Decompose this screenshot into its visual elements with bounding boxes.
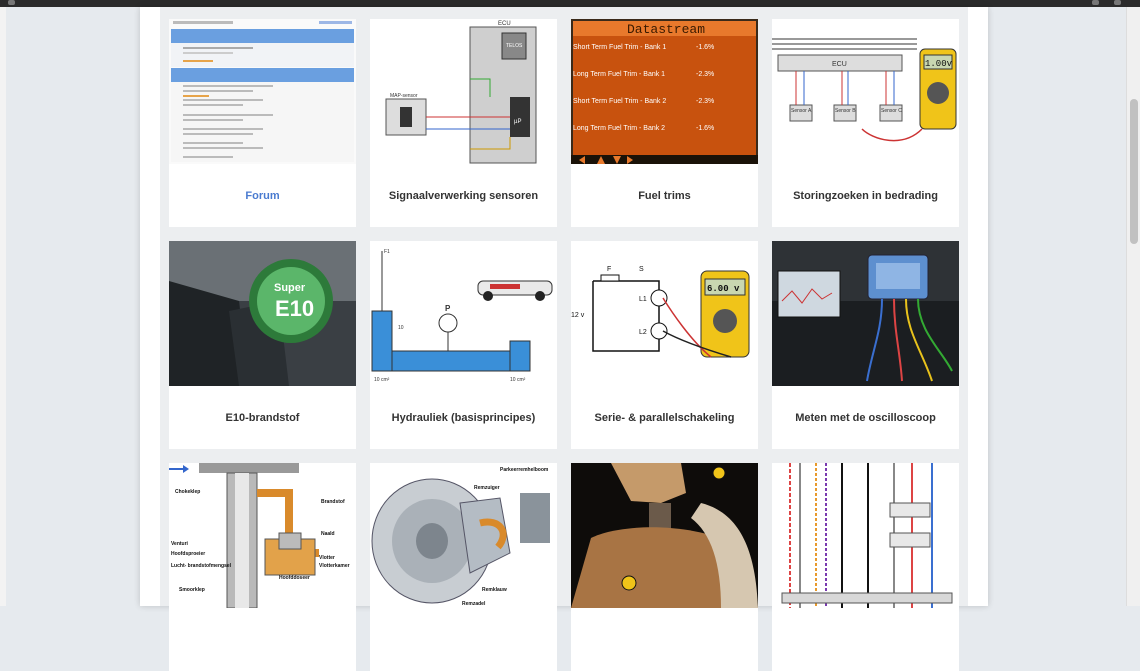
card-carburateur[interactable]: Chokeklep Brandstof Naald Venturi Hoofds… [169, 463, 356, 671]
card-crashtest[interactable] [571, 463, 758, 671]
fuel-nozzle-thumbnail: Super E10 [169, 241, 356, 386]
fuel-row-value: -2.3% [696, 71, 714, 78]
card-title[interactable] [571, 608, 758, 671]
card-hydrauliek[interactable]: F1 P 10 10 cm² 10 cm² Hydrauliek (basisp… [370, 241, 557, 449]
card-title[interactable] [772, 608, 959, 671]
card-title[interactable]: Fuel trims [571, 164, 758, 227]
carb-label: Chokeklep [175, 489, 200, 495]
ecu-label: ECU [498, 21, 511, 27]
download-icon[interactable] [1092, 0, 1099, 5]
microprocessor-label: µP [514, 119, 521, 125]
card-title[interactable]: Forum [169, 164, 356, 227]
wiring-thumbnail: ECU Sensor A Sensor B Sensor C 1.00v [772, 19, 959, 164]
brake-label: Remzadel [462, 601, 486, 607]
scrollbar-thumb[interactable] [1130, 99, 1138, 244]
card-oscilloscoop[interactable]: Meten met de oscilloscoop [772, 241, 959, 449]
pressure-label: P [445, 304, 451, 313]
switch-label: S [639, 266, 644, 273]
card-fuel-trims[interactable]: Datastream Short Term Fuel Trim - Bank 1… [571, 19, 758, 227]
fuse-label: F [607, 266, 611, 273]
card-title[interactable]: Serie- & parallelschakeling [571, 386, 758, 449]
carb-label: Vlotter [319, 555, 335, 561]
card-schema[interactable] [772, 463, 959, 671]
lamp-2-label: L2 [639, 329, 647, 336]
card-title[interactable]: Meten met de oscilloscoop [772, 386, 959, 449]
circuit-thumbnail: F S L1 L2 12 v 6.00 v [571, 241, 758, 386]
carb-label: Lucht- brandstofmengsel [171, 563, 232, 569]
card-e10[interactable]: Super E10 E10-brandstof [169, 241, 356, 449]
card-forum[interactable]: Forum [169, 19, 356, 227]
force-label: F1 [384, 249, 390, 255]
card-remmen[interactable]: Parkeerremhelboom Remzuiger Remklauw Rem… [370, 463, 557, 671]
area-label: 10 cm² [374, 377, 390, 383]
browser-top-bar [0, 0, 1140, 7]
fuel-row-value: -1.6% [696, 44, 714, 51]
datastream-title: Datastream [627, 22, 705, 37]
area-label: 10 cm² [510, 377, 526, 383]
oscilloscope-thumbnail [772, 241, 959, 386]
card-title[interactable] [169, 608, 356, 671]
datastream-thumbnail: Datastream Short Term Fuel Trim - Bank 1… [571, 19, 758, 164]
brake-label: Remzuiger [474, 485, 500, 491]
left-edge [0, 7, 6, 606]
multimeter-reading: 6.00 v [707, 284, 740, 294]
close-icon[interactable] [1114, 0, 1121, 5]
fuel-row-label: Short Term Fuel Trim - Bank 2 [573, 98, 666, 105]
fuel-row-value: -2.3% [696, 98, 714, 105]
super-label: Super [274, 282, 306, 294]
topic-grid: Forum ECU TELOS MAP-sensor µP Signaalver… [160, 7, 968, 671]
fuel-row-label: Short Term Fuel Trim - Bank 1 [573, 44, 666, 51]
scrollbar[interactable] [1126, 7, 1140, 606]
card-title[interactable]: Storingzoeken in bedrading [772, 164, 959, 227]
sensor-c-label: Sensor C [881, 108, 902, 114]
carburetor-thumbnail: Chokeklep Brandstof Naald Venturi Hoofds… [169, 463, 356, 608]
sensor-b-label: Sensor B [835, 108, 856, 114]
card-title[interactable] [370, 608, 557, 671]
carb-label: Vlotterkamer [319, 563, 350, 569]
card-serieschakeling[interactable]: F S L1 L2 12 v 6.00 v Serie- & parallels… [571, 241, 758, 449]
carb-label: Brandstof [321, 499, 345, 505]
carb-label: Venturi [171, 541, 189, 547]
carb-label: Hoofdsproeier [171, 551, 205, 557]
card-storingzoeken[interactable]: ECU Sensor A Sensor B Sensor C 1.00v Sto… [772, 19, 959, 227]
voltage-label: 12 v [571, 312, 585, 319]
page-content: Forum ECU TELOS MAP-sensor µP Signaalver… [140, 7, 988, 671]
multimeter-reading: 1.00v [925, 59, 953, 69]
brake-thumbnail: Parkeerremhelboom Remzuiger Remklauw Rem… [370, 463, 557, 608]
telos-label: TELOS [506, 43, 523, 49]
fuel-row-value: -1.6% [696, 125, 714, 132]
ecu-label: ECU [832, 61, 847, 68]
carb-label: Naald [321, 531, 335, 537]
lamp-1-label: L1 [639, 296, 647, 303]
map-sensor-label: MAP-sensor [390, 93, 418, 99]
card-title[interactable]: E10-brandstof [169, 386, 356, 449]
card-signaalverwerking[interactable]: ECU TELOS MAP-sensor µP Signaalverwerkin… [370, 19, 557, 227]
fuel-row-label: Long Term Fuel Trim - Bank 2 [573, 125, 665, 132]
brake-label: Parkeerremhelboom [500, 467, 549, 473]
e10-label: E10 [275, 296, 314, 321]
height-label: 10 [398, 325, 404, 331]
crash-dummy-thumbnail [571, 463, 758, 608]
hydraulic-thumbnail: F1 P 10 10 cm² 10 cm² [370, 241, 557, 386]
card-title[interactable]: Signaalverwerking sensoren [370, 164, 557, 227]
fuel-row-label: Long Term Fuel Trim - Bank 1 [573, 71, 665, 78]
carb-label: Smoorklep [179, 587, 205, 593]
ecu-diagram-thumbnail: ECU TELOS MAP-sensor µP [370, 19, 557, 164]
carb-label: Hoofddoseer [279, 575, 310, 581]
wiring-schematic-thumbnail [772, 463, 959, 608]
brake-label: Remklauw [482, 587, 507, 593]
forum-thumbnail [169, 19, 356, 164]
sensor-a-label: Sensor A [791, 108, 812, 114]
card-title[interactable]: Hydrauliek (basisprincipes) [370, 386, 557, 449]
browser-icon [8, 0, 15, 5]
